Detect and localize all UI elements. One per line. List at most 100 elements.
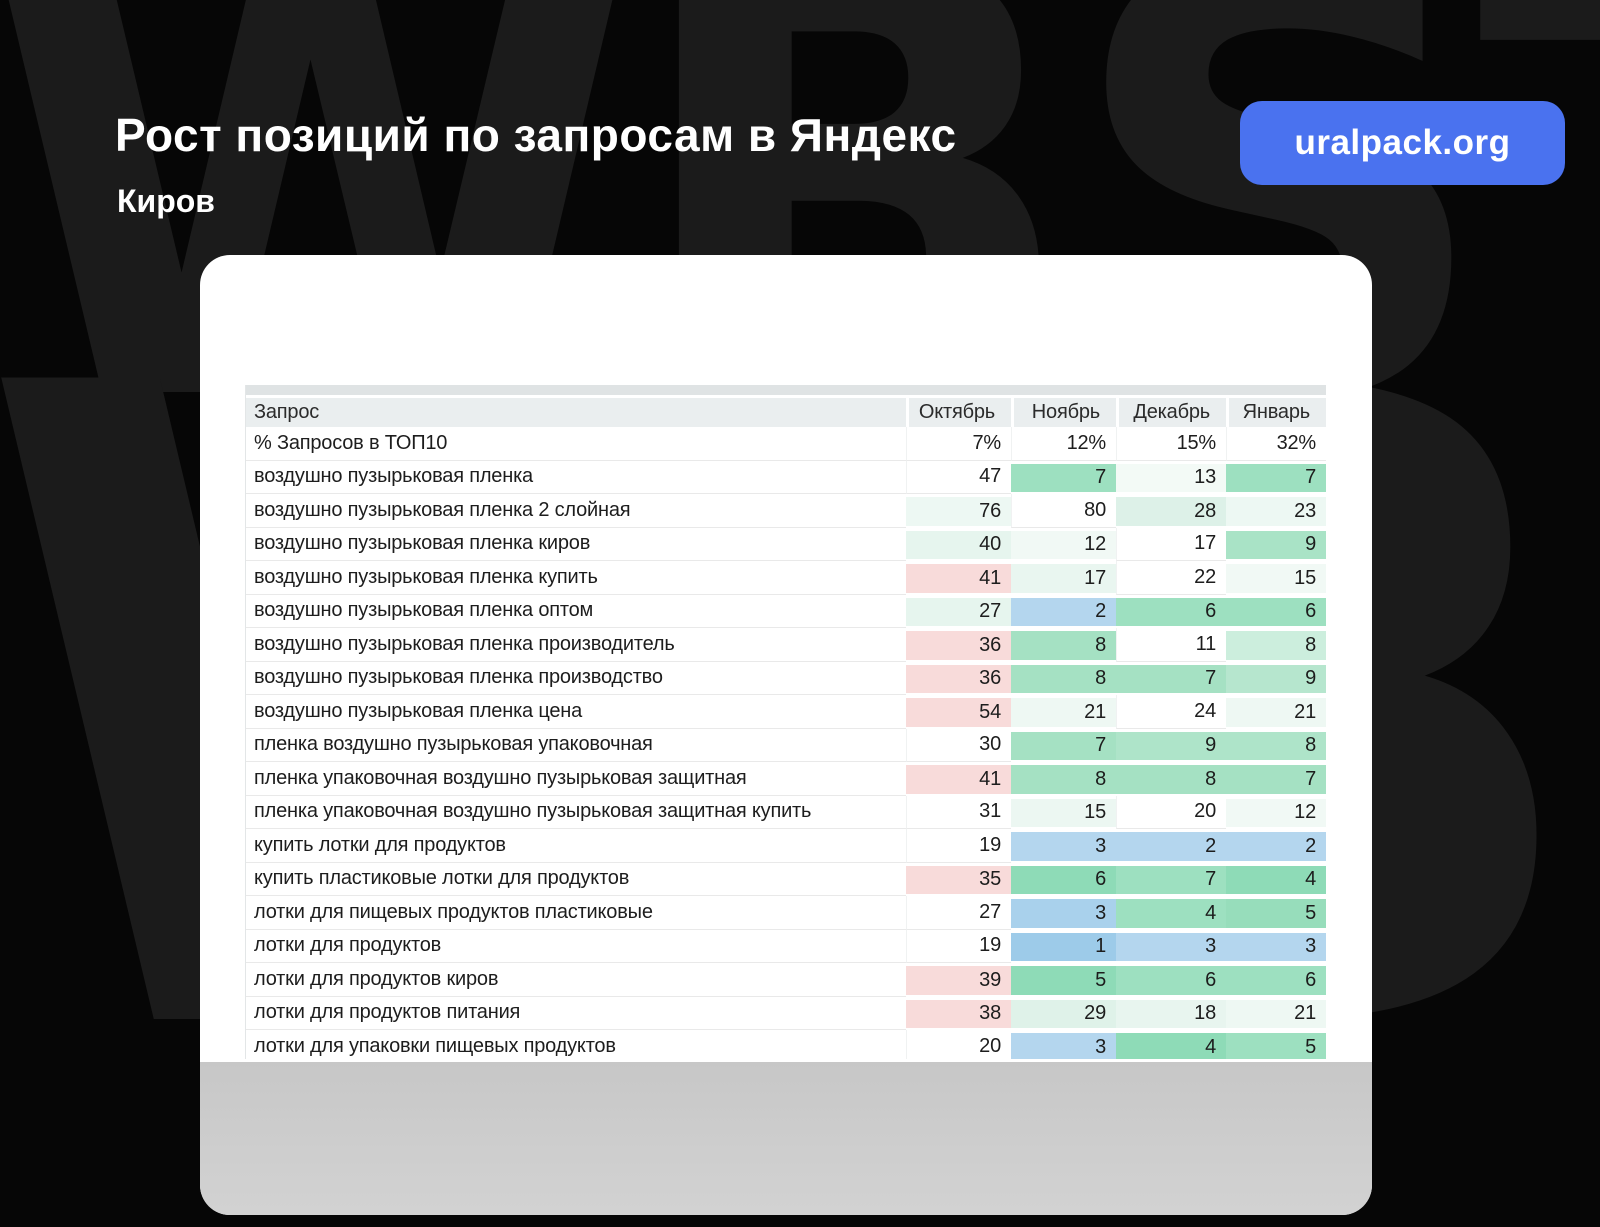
value-cell: 31 bbox=[906, 796, 1011, 830]
table-row: лотки для продуктов19133 bbox=[246, 930, 1326, 964]
value-cell: 12 bbox=[1226, 796, 1326, 830]
positions-table: ЗапросОктябрьНоябрьДекабрьЯнварь % Запро… bbox=[245, 385, 1326, 1059]
value-cell: 21 bbox=[1226, 997, 1326, 1031]
value-cell: 9 bbox=[1116, 729, 1226, 763]
value-cell: 7% bbox=[906, 427, 1011, 461]
value-cell: 4 bbox=[1226, 863, 1326, 897]
value-cell: 5 bbox=[1226, 896, 1326, 930]
value-cell: 7 bbox=[1116, 863, 1226, 897]
value-cell: 3 bbox=[1011, 896, 1116, 930]
table-row: лотки для продуктов киров39566 bbox=[246, 963, 1326, 997]
sheet-top-strip bbox=[246, 385, 1326, 398]
query-cell: пленка упаковочная воздушно пузырьковая … bbox=[246, 762, 906, 796]
value-cell: 5 bbox=[1226, 1030, 1326, 1059]
value-cell: 28 bbox=[1116, 494, 1226, 528]
value-cell: 27 bbox=[906, 896, 1011, 930]
table-body: % Запросов в ТОП107%12%15%32% воздушно пу… bbox=[246, 427, 1326, 1059]
value-cell: 2 bbox=[1116, 829, 1226, 863]
table-row: лотки для упаковки пищевых продуктов2034… bbox=[246, 1030, 1326, 1059]
value-cell: 7 bbox=[1011, 461, 1116, 495]
value-cell: 39 bbox=[906, 963, 1011, 997]
column-header-1: Октябрь bbox=[906, 398, 1011, 427]
value-cell: 18 bbox=[1116, 997, 1226, 1031]
query-cell: воздушно пузырьковая пленка оптом bbox=[246, 595, 906, 629]
value-cell: 27 bbox=[906, 595, 1011, 629]
table-row: воздушно пузырьковая пленка производство… bbox=[246, 662, 1326, 696]
value-cell: 6 bbox=[1226, 595, 1326, 629]
table-row: воздушно пузырьковая пленка производител… bbox=[246, 628, 1326, 662]
value-cell: 20 bbox=[1116, 796, 1226, 830]
value-cell: 19 bbox=[906, 829, 1011, 863]
value-cell: 15% bbox=[1116, 427, 1226, 461]
value-cell: 8 bbox=[1226, 628, 1326, 662]
query-cell: воздушно пузырьковая пленка 2 слойная bbox=[246, 494, 906, 528]
table-row: воздушно пузырьковая пленка киров4012179 bbox=[246, 528, 1326, 562]
value-cell: 3 bbox=[1011, 829, 1116, 863]
column-header-4: Январь bbox=[1226, 398, 1326, 427]
value-cell: 5 bbox=[1011, 963, 1116, 997]
table-row: лотки для пищевых продуктов пластиковые2… bbox=[246, 896, 1326, 930]
table-row: пленка воздушно пузырьковая упаковочная3… bbox=[246, 729, 1326, 763]
value-cell: 38 bbox=[906, 997, 1011, 1031]
value-cell: 29 bbox=[1011, 997, 1116, 1031]
table-row: купить лотки для продуктов19322 bbox=[246, 829, 1326, 863]
value-cell: 9 bbox=[1226, 528, 1326, 562]
site-badge[interactable]: uralpack.org bbox=[1240, 101, 1565, 185]
value-cell: 3 bbox=[1226, 930, 1326, 964]
site-badge-label: uralpack.org bbox=[1294, 123, 1510, 163]
value-cell: 1 bbox=[1011, 930, 1116, 964]
table-row: воздушно пузырьковая пленка 2 слойная768… bbox=[246, 494, 1326, 528]
value-cell: 15 bbox=[1011, 796, 1116, 830]
value-cell: 76 bbox=[906, 494, 1011, 528]
value-cell: 6 bbox=[1011, 863, 1116, 897]
value-cell: 41 bbox=[906, 561, 1011, 595]
query-cell: лотки для упаковки пищевых продуктов bbox=[246, 1030, 906, 1059]
value-cell: 12% bbox=[1011, 427, 1116, 461]
value-cell: 6 bbox=[1226, 963, 1326, 997]
table-row: воздушно пузырьковая пленка купить411722… bbox=[246, 561, 1326, 595]
value-cell: 3 bbox=[1011, 1030, 1116, 1059]
value-cell: 11 bbox=[1116, 628, 1226, 662]
page-title: Рост позиций по запросам в Яндекс bbox=[115, 108, 957, 162]
value-cell: 30 bbox=[906, 729, 1011, 763]
query-cell: воздушно пузырьковая пленка купить bbox=[246, 561, 906, 595]
table-row: % Запросов в ТОП107%12%15%32% bbox=[246, 427, 1326, 461]
value-cell: 7 bbox=[1116, 662, 1226, 696]
value-cell: 36 bbox=[906, 628, 1011, 662]
value-cell: 8 bbox=[1011, 762, 1116, 796]
query-cell: воздушно пузырьковая пленка производство bbox=[246, 662, 906, 696]
value-cell: 7 bbox=[1226, 762, 1326, 796]
value-cell: 32% bbox=[1226, 427, 1326, 461]
query-cell: воздушно пузырьковая пленка цена bbox=[246, 695, 906, 729]
value-cell: 3 bbox=[1116, 930, 1226, 964]
column-header-0: Запрос bbox=[246, 398, 906, 427]
value-cell: 8 bbox=[1226, 729, 1326, 763]
value-cell: 8 bbox=[1011, 628, 1116, 662]
value-cell: 8 bbox=[1011, 662, 1116, 696]
value-cell: 80 bbox=[1011, 494, 1116, 528]
value-cell: 36 bbox=[906, 662, 1011, 696]
query-cell: лотки для продуктов питания bbox=[246, 997, 906, 1031]
table-row: лотки для продуктов питания38291821 bbox=[246, 997, 1326, 1031]
value-cell: 7 bbox=[1011, 729, 1116, 763]
value-cell: 6 bbox=[1116, 963, 1226, 997]
page-subtitle-city: Киров bbox=[117, 183, 215, 220]
card-gray-area bbox=[200, 1062, 1372, 1215]
query-cell: воздушно пузырьковая пленка производител… bbox=[246, 628, 906, 662]
table-row: воздушно пузырьковая пленка цена54212421 bbox=[246, 695, 1326, 729]
value-cell: 2 bbox=[1011, 595, 1116, 629]
value-cell: 41 bbox=[906, 762, 1011, 796]
value-cell: 54 bbox=[906, 695, 1011, 729]
query-cell: лотки для продуктов bbox=[246, 930, 906, 964]
value-cell: 4 bbox=[1116, 1030, 1226, 1059]
value-cell: 15 bbox=[1226, 561, 1326, 595]
value-cell: 21 bbox=[1226, 695, 1326, 729]
value-cell: 12 bbox=[1011, 528, 1116, 562]
query-cell: купить пластиковые лотки для продуктов bbox=[246, 863, 906, 897]
table-header-row: ЗапросОктябрьНоябрьДекабрьЯнварь bbox=[246, 398, 1326, 427]
query-cell: пленка воздушно пузырьковая упаковочная bbox=[246, 729, 906, 763]
query-cell: лотки для продуктов киров bbox=[246, 963, 906, 997]
value-cell: 35 bbox=[906, 863, 1011, 897]
value-cell: 17 bbox=[1011, 561, 1116, 595]
value-cell: 22 bbox=[1116, 561, 1226, 595]
